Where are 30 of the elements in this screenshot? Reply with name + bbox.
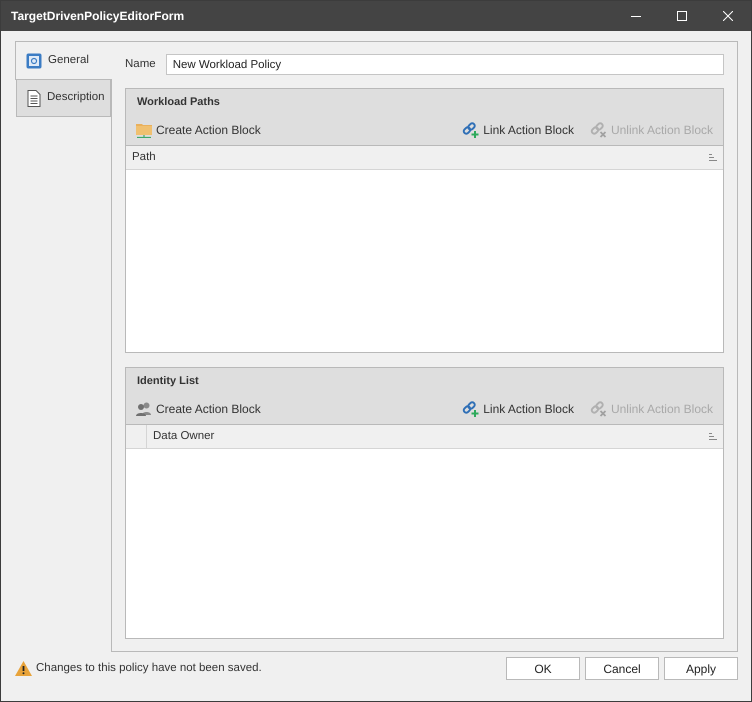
unlink-icon [590,122,607,138]
name-label: Name [125,56,156,72]
toolbar-button[interactable]: Link Action Block [460,398,576,420]
document-icon [27,90,41,106]
dialog-button[interactable]: Apply [664,657,738,680]
column-header[interactable]: Path [126,146,723,169]
group-title: Identity List [136,374,200,389]
close-icon [723,11,733,21]
unlink-icon [590,400,607,416]
column-header[interactable]: Data Owner [147,425,723,448]
sort-icon [709,433,717,440]
sort-icon [709,154,717,161]
safe-icon [26,52,42,68]
maximize-icon [677,11,687,21]
status-message: Changes to this policy have not been saved. [36,660,263,676]
window-title: TargetDrivenPolicyEditorForm [11,8,186,25]
toolbar-button[interactable]: Create Action Block [134,398,263,420]
name-field[interactable]: New Workload Policy [166,54,724,75]
folder-icon [136,122,152,138]
dialog-button[interactable]: Cancel [585,657,659,680]
dialog-button[interactable]: OK [506,657,580,680]
side-tab[interactable]: General [15,41,112,80]
group-title: Workload Paths [136,95,221,110]
toolbar-button[interactable]: Create Action Block [134,118,263,140]
warning-icon [15,661,32,676]
link-icon [462,122,480,138]
people-icon [136,402,152,416]
side-tab[interactable]: Description [16,80,111,117]
link-icon [462,400,480,416]
toolbar-button[interactable]: Link Action Block [460,118,576,140]
